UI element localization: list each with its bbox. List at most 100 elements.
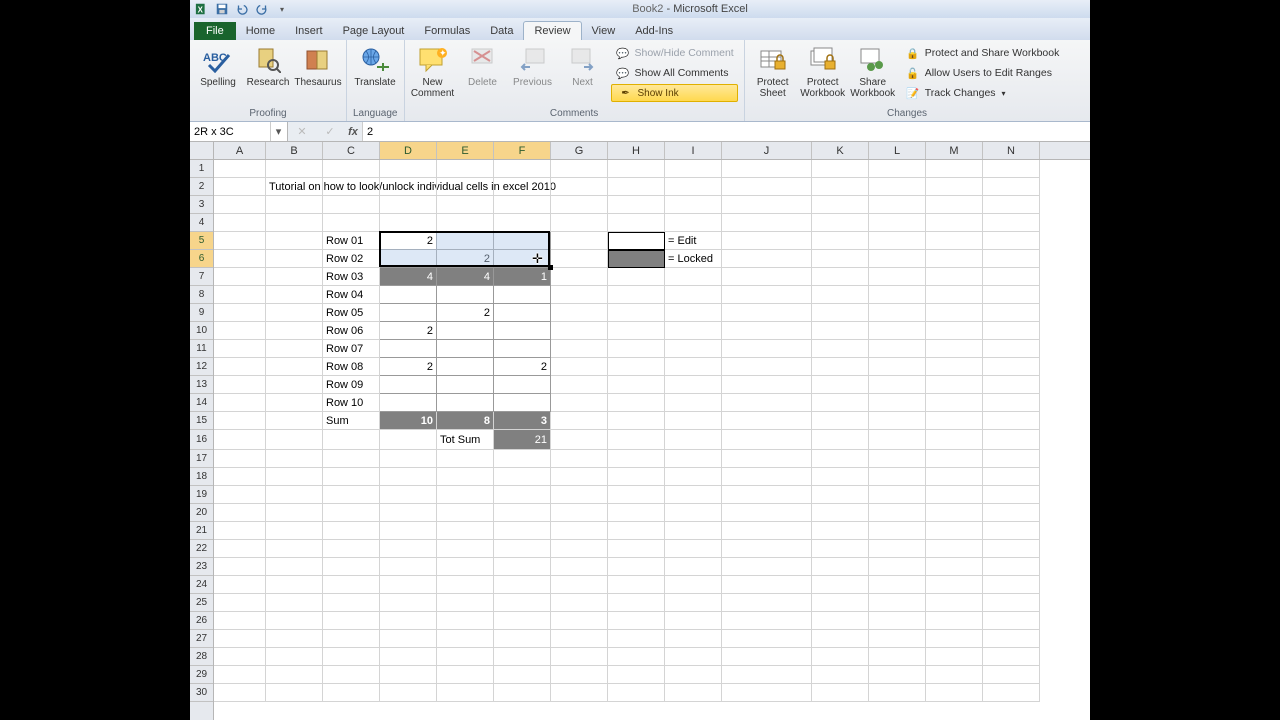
cell-M6[interactable] [926, 250, 983, 268]
cell-D11[interactable] [380, 340, 437, 358]
cell-C29[interactable] [323, 666, 380, 684]
cell-F15[interactable]: 3 [494, 412, 551, 430]
cell-B12[interactable] [266, 358, 323, 376]
cell-F27[interactable] [494, 630, 551, 648]
cell-D28[interactable] [380, 648, 437, 666]
cell-I5[interactable]: = Edit [665, 232, 722, 250]
cell-I22[interactable] [665, 540, 722, 558]
cell-E24[interactable] [437, 576, 494, 594]
row-header-15[interactable]: 15 [190, 412, 213, 430]
cell-M29[interactable] [926, 666, 983, 684]
cell-I29[interactable] [665, 666, 722, 684]
cell-N19[interactable] [983, 486, 1040, 504]
cell-E11[interactable] [437, 340, 494, 358]
cell-I1[interactable] [665, 160, 722, 178]
cell-N21[interactable] [983, 522, 1040, 540]
cell-M17[interactable] [926, 450, 983, 468]
cell-H13[interactable] [608, 376, 665, 394]
cell-H9[interactable] [608, 304, 665, 322]
translate-button[interactable]: Translate [353, 42, 397, 88]
cell-F22[interactable] [494, 540, 551, 558]
cell-J3[interactable] [722, 196, 812, 214]
cell-A7[interactable] [214, 268, 266, 286]
cell-M1[interactable] [926, 160, 983, 178]
cell-K18[interactable] [812, 468, 869, 486]
spelling-button[interactable]: ABCSpelling [196, 42, 240, 88]
cell-D14[interactable] [380, 394, 437, 412]
cell-E5[interactable] [437, 232, 494, 250]
select-all-corner[interactable] [190, 142, 214, 160]
row-header-21[interactable]: 21 [190, 522, 213, 540]
cell-E2[interactable] [437, 178, 494, 196]
row-header-27[interactable]: 27 [190, 630, 213, 648]
cell-A15[interactable] [214, 412, 266, 430]
cell-H1[interactable] [608, 160, 665, 178]
cell-I10[interactable] [665, 322, 722, 340]
cell-A22[interactable] [214, 540, 266, 558]
cell-K15[interactable] [812, 412, 869, 430]
col-header-A[interactable]: A [214, 142, 266, 159]
cell-G22[interactable] [551, 540, 608, 558]
cell-F10[interactable] [494, 322, 551, 340]
spreadsheet-grid[interactable]: ABCDEFGHIJKLMN 1234567891011121314151617… [190, 142, 1090, 720]
cell-L10[interactable] [869, 322, 926, 340]
cell-B16[interactable] [266, 430, 323, 450]
cell-F29[interactable] [494, 666, 551, 684]
cancel-formula-icon[interactable]: ✕ [297, 125, 306, 138]
cell-A17[interactable] [214, 450, 266, 468]
cell-A21[interactable] [214, 522, 266, 540]
cell-N10[interactable] [983, 322, 1040, 340]
cell-H27[interactable] [608, 630, 665, 648]
cell-G25[interactable] [551, 594, 608, 612]
row-header-3[interactable]: 3 [190, 196, 213, 214]
cell-M13[interactable] [926, 376, 983, 394]
cell-J17[interactable] [722, 450, 812, 468]
cell-L18[interactable] [869, 468, 926, 486]
row-header-23[interactable]: 23 [190, 558, 213, 576]
cell-D22[interactable] [380, 540, 437, 558]
enter-formula-icon[interactable]: ✓ [325, 125, 334, 138]
cell-A23[interactable] [214, 558, 266, 576]
cell-I15[interactable] [665, 412, 722, 430]
next-comment-button[interactable]: Next [561, 42, 605, 88]
cell-E16[interactable]: Tot Sum [437, 430, 494, 450]
cell-L14[interactable] [869, 394, 926, 412]
cell-M4[interactable] [926, 214, 983, 232]
cell-M16[interactable] [926, 430, 983, 450]
cell-N13[interactable] [983, 376, 1040, 394]
cell-K17[interactable] [812, 450, 869, 468]
cell-C8[interactable]: Row 04 [323, 286, 380, 304]
cell-E22[interactable] [437, 540, 494, 558]
cell-area[interactable]: Tutorial on how to look/unlock individua… [214, 160, 1090, 720]
cell-J30[interactable] [722, 684, 812, 702]
cell-D15[interactable]: 10 [380, 412, 437, 430]
cell-J11[interactable] [722, 340, 812, 358]
col-header-K[interactable]: K [812, 142, 869, 159]
cell-C22[interactable] [323, 540, 380, 558]
cell-K28[interactable] [812, 648, 869, 666]
cell-G23[interactable] [551, 558, 608, 576]
cell-E3[interactable] [437, 196, 494, 214]
cell-K10[interactable] [812, 322, 869, 340]
cell-F2[interactable] [494, 178, 551, 196]
cell-D13[interactable] [380, 376, 437, 394]
cell-N20[interactable] [983, 504, 1040, 522]
cell-K12[interactable] [812, 358, 869, 376]
cell-L5[interactable] [869, 232, 926, 250]
cell-I3[interactable] [665, 196, 722, 214]
cell-F4[interactable] [494, 214, 551, 232]
thesaurus-button[interactable]: Thesaurus [296, 42, 340, 88]
cell-D3[interactable] [380, 196, 437, 214]
cell-N4[interactable] [983, 214, 1040, 232]
cell-J22[interactable] [722, 540, 812, 558]
cell-A30[interactable] [214, 684, 266, 702]
cell-A10[interactable] [214, 322, 266, 340]
cell-F1[interactable] [494, 160, 551, 178]
row-header-5[interactable]: 5 [190, 232, 213, 250]
cell-G8[interactable] [551, 286, 608, 304]
formula-input[interactable]: 2 [362, 122, 1090, 141]
cell-G6[interactable] [551, 250, 608, 268]
cell-L22[interactable] [869, 540, 926, 558]
cell-K24[interactable] [812, 576, 869, 594]
cell-M20[interactable] [926, 504, 983, 522]
